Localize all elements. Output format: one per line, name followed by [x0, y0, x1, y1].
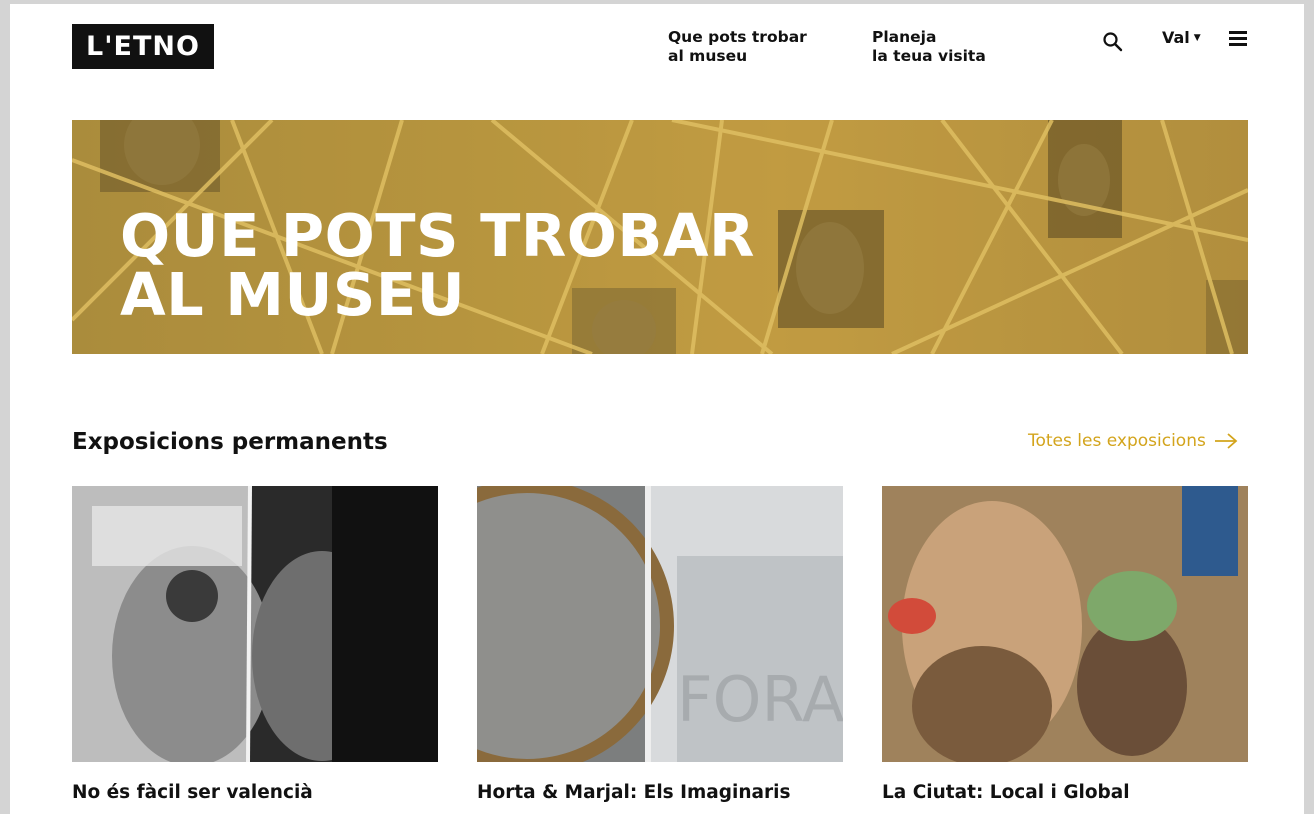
all-exhibitions-label: Totes les exposicions [1028, 431, 1206, 451]
language-selector[interactable]: Val ▼ [1162, 28, 1201, 47]
page: L'ETNO Que pots trobar al museu Planeja … [10, 4, 1304, 814]
all-exhibitions-link[interactable]: Totes les exposicions [1028, 431, 1238, 451]
hamburger-menu-icon[interactable] [1229, 31, 1247, 47]
hero-banner: QUE POTS TROBAR AL MUSEU [72, 120, 1248, 354]
nav-link-line2: la teua visita [872, 47, 986, 65]
exhibition-title[interactable]: La Ciutat: Local i Global [882, 782, 1248, 803]
logo-text: L'ETNO [86, 31, 200, 62]
exhibition-card[interactable]: La Ciutat: Local i Global [882, 486, 1248, 803]
hero-title-line1: QUE POTS TROBAR [120, 201, 755, 270]
nav-link-line1: Planeja [872, 28, 937, 46]
exhibition-card[interactable]: No és fàcil ser valencià [72, 486, 438, 803]
exhibition-title[interactable]: Horta & Marjal: Els Imaginaris [477, 782, 843, 803]
exhibition-card[interactable]: FORA Horta & Marjal: Els Imaginaris [477, 486, 843, 803]
hero-title: QUE POTS TROBAR AL MUSEU [120, 206, 755, 324]
hero-title-line2: AL MUSEU [120, 260, 466, 329]
exhibition-image[interactable]: FORA [477, 486, 843, 762]
nav-link-planeja[interactable]: Planeja la teua visita [872, 28, 986, 66]
exhibition-title[interactable]: No és fàcil ser valencià [72, 782, 438, 803]
nav-link-line2: al museu [668, 47, 748, 65]
section-title: Exposicions permanents [72, 429, 388, 455]
svg-text:FORA: FORA [677, 663, 843, 736]
site-logo[interactable]: L'ETNO [72, 24, 214, 69]
nav-link-line1: Que pots trobar [668, 28, 807, 46]
search-icon[interactable] [1101, 30, 1125, 54]
caret-down-icon: ▼ [1193, 32, 1201, 43]
language-label: Val [1162, 28, 1190, 47]
exhibition-image[interactable] [882, 486, 1248, 762]
arrow-right-icon [1214, 433, 1238, 449]
exhibition-image[interactable] [72, 486, 438, 762]
nav-link-que-pots-trobar[interactable]: Que pots trobar al museu [668, 28, 807, 66]
